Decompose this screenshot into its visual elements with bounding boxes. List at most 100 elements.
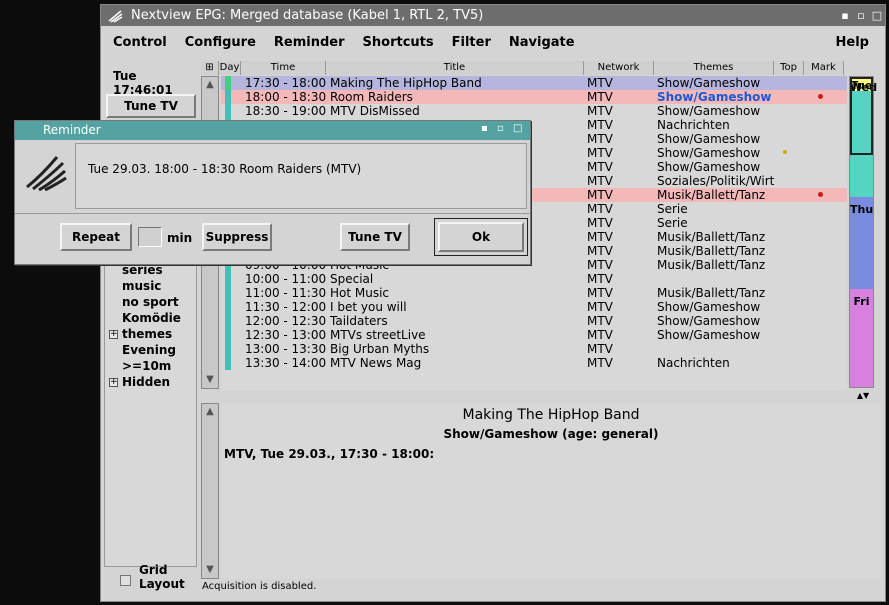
table-row[interactable]: 11:30 - 12:00 I bet you will MTV Show/Games… bbox=[221, 300, 847, 314]
menu-filter[interactable]: Filter bbox=[446, 35, 497, 50]
minutes-label: min bbox=[167, 231, 193, 245]
table-row[interactable]: 11:00 - 11:30 Hot Music MTV Musik/Ballett/T… bbox=[221, 286, 847, 300]
scroll-down-icon[interactable]: ▼ bbox=[203, 373, 217, 387]
cell-time: 12:00 - 12:30 bbox=[245, 314, 327, 328]
table-row[interactable]: 12:00 - 12:30 Taildaters MTV Show/Gameshow bbox=[221, 314, 847, 328]
filter-item[interactable]: Komödie bbox=[109, 310, 181, 326]
cell-themes: Musik/Ballett/Tanz bbox=[657, 230, 766, 244]
detail-scrollbar[interactable]: ▲ ▼ bbox=[201, 403, 219, 579]
dialog-maximize-icon[interactable]: □ bbox=[513, 123, 522, 134]
cell-title: MTVs streetLive bbox=[330, 328, 426, 342]
cell-network: MTV bbox=[587, 230, 613, 244]
cell-themes: Nachrichten bbox=[657, 356, 730, 370]
table-row[interactable]: 10:00 - 11:00 Special MTV bbox=[221, 272, 847, 286]
cell-title: MTV News Mag bbox=[330, 356, 422, 370]
reminder-dialog-title[interactable]: Reminder bbox=[15, 121, 530, 140]
cell-network: MTV bbox=[587, 132, 613, 146]
day-button[interactable]: Fri bbox=[850, 289, 873, 387]
cell-network: MTV bbox=[587, 258, 613, 272]
suppress-button[interactable]: Suppress bbox=[202, 223, 272, 251]
filter-item[interactable]: music bbox=[109, 278, 181, 294]
cell-themes: Show/Gameshow bbox=[657, 314, 761, 328]
column-header-mark[interactable]: Mark bbox=[804, 61, 844, 75]
reminder-message: Tue 29.03. 18:00 - 18:30 Room Raiders (M… bbox=[88, 162, 362, 176]
cell-network: MTV bbox=[587, 216, 613, 230]
detail-scroll-down-icon[interactable]: ▼ bbox=[203, 563, 217, 577]
clock: Tue 17:46:01 bbox=[113, 69, 173, 97]
cell-themes: Musik/Ballett/Tanz bbox=[657, 286, 766, 300]
detail-scroll-up-icon[interactable]: ▲ bbox=[203, 405, 217, 419]
cell-time: 18:30 - 19:00 bbox=[245, 104, 327, 118]
column-header-network[interactable]: Network bbox=[584, 61, 654, 75]
tune-tv-button[interactable]: Tune TV bbox=[106, 94, 196, 118]
day-button[interactable]: Thu bbox=[850, 197, 873, 289]
table-row[interactable]: 18:00 - 18:30 Room Raiders MTV Show/Gamesho… bbox=[221, 90, 847, 104]
cell-time: 18:00 - 18:30 bbox=[245, 90, 327, 104]
cell-themes: Nachrichten bbox=[657, 118, 730, 132]
cell-network: MTV bbox=[587, 160, 613, 174]
cell-themes: Show/Gameshow bbox=[657, 76, 761, 90]
repeat-button[interactable]: Repeat bbox=[60, 223, 132, 251]
filter-item-label: themes bbox=[122, 327, 173, 341]
filter-item-label: music bbox=[122, 279, 162, 293]
detail-info: MTV, Tue 29.03., 17:30 - 18:00: bbox=[224, 447, 435, 461]
dialog-tune-tv-button[interactable]: Tune TV bbox=[340, 223, 410, 251]
ok-button[interactable]: Ok bbox=[438, 222, 524, 252]
expand-icon[interactable]: + bbox=[109, 329, 118, 339]
menu-navigate[interactable]: Navigate bbox=[503, 35, 581, 50]
day-scroll-arrows-icon[interactable]: ▲▼ bbox=[849, 391, 877, 401]
filter-item[interactable]: >=10m bbox=[109, 358, 181, 374]
dialog-minimize-icon[interactable]: ▪ bbox=[481, 123, 488, 134]
table-row[interactable]: 12:30 - 13:00 MTVs streetLive MTV Show/Game… bbox=[221, 328, 847, 342]
main-window: Nextview EPG: Merged database (Kabel 1, … bbox=[100, 4, 886, 602]
scroll-up-icon[interactable]: ▲ bbox=[203, 78, 217, 92]
network-color-marker bbox=[225, 300, 231, 314]
column-header-day[interactable]: Day bbox=[219, 61, 241, 75]
ok-default-frame: Ok bbox=[434, 218, 528, 256]
cell-network: MTV bbox=[587, 76, 613, 90]
cell-title: I bet you will bbox=[330, 300, 407, 314]
menu-configure[interactable]: Configure bbox=[179, 35, 262, 50]
filter-item[interactable]: no sport bbox=[109, 294, 181, 310]
table-row[interactable]: 13:00 - 13:30 Big Urban Myths MTV bbox=[221, 342, 847, 356]
column-header-title[interactable]: Title bbox=[326, 61, 584, 75]
cell-time: 11:30 - 12:00 bbox=[245, 300, 327, 314]
network-color-marker bbox=[225, 286, 231, 300]
filter-item[interactable]: + Hidden bbox=[109, 374, 181, 390]
minimize-icon[interactable]: ▪ bbox=[837, 9, 853, 22]
restore-icon[interactable]: ▫ bbox=[853, 9, 869, 22]
table-row[interactable]: 17:30 - 18:00 Making The HipHop Band MTV Sh… bbox=[221, 76, 847, 90]
cell-network: MTV bbox=[587, 272, 613, 286]
repeat-minutes-input[interactable] bbox=[138, 227, 162, 247]
menu-help[interactable]: Help bbox=[830, 35, 875, 50]
title-bar[interactable]: Nextview EPG: Merged database (Kabel 1, … bbox=[101, 5, 885, 26]
expand-icon[interactable]: + bbox=[109, 377, 118, 387]
column-header-time[interactable]: Time bbox=[241, 61, 326, 75]
grid-layout-checkbox[interactable] bbox=[120, 575, 131, 586]
menu-reminder[interactable]: Reminder bbox=[268, 35, 351, 50]
filter-item[interactable]: Evening bbox=[109, 342, 181, 358]
column-header-top[interactable]: Top bbox=[774, 61, 804, 75]
reminder-mark-icon bbox=[818, 94, 823, 99]
cell-themes: Show/Gameshow bbox=[657, 160, 761, 174]
dialog-restore-icon[interactable]: ▫ bbox=[497, 123, 504, 134]
detail-title: Making The HipHop Band bbox=[462, 407, 640, 423]
column-header-themes[interactable]: Themes bbox=[654, 61, 774, 75]
table-row[interactable]: 18:30 - 19:00 MTV DisMissed MTV Show/Gamesh… bbox=[221, 104, 847, 118]
cell-time: 11:00 - 11:30 bbox=[245, 286, 327, 300]
cell-network: MTV bbox=[587, 244, 613, 258]
grid-layout-label-2: Layout bbox=[139, 577, 185, 591]
filter-item[interactable]: + themes bbox=[109, 326, 181, 342]
network-color-marker bbox=[225, 328, 231, 342]
cell-title: Hot Music bbox=[330, 286, 390, 300]
status-bar: Acquisition is disabled. bbox=[202, 581, 317, 592]
grid-layout-toggle[interactable]: Grid Layout bbox=[120, 563, 185, 591]
menu-shortcuts[interactable]: Shortcuts bbox=[357, 35, 440, 50]
filter-item-label: Hidden bbox=[122, 375, 171, 389]
menu-control[interactable]: Control bbox=[107, 35, 173, 50]
maximize-icon[interactable]: □ bbox=[869, 9, 885, 22]
column-config-icon[interactable]: ⊞ bbox=[201, 61, 219, 75]
cell-title: Taildaters bbox=[330, 314, 388, 328]
table-row[interactable]: 13:30 - 14:00 MTV News Mag MTV Nachrichten bbox=[221, 356, 847, 370]
cell-title: Room Raiders bbox=[330, 90, 413, 104]
